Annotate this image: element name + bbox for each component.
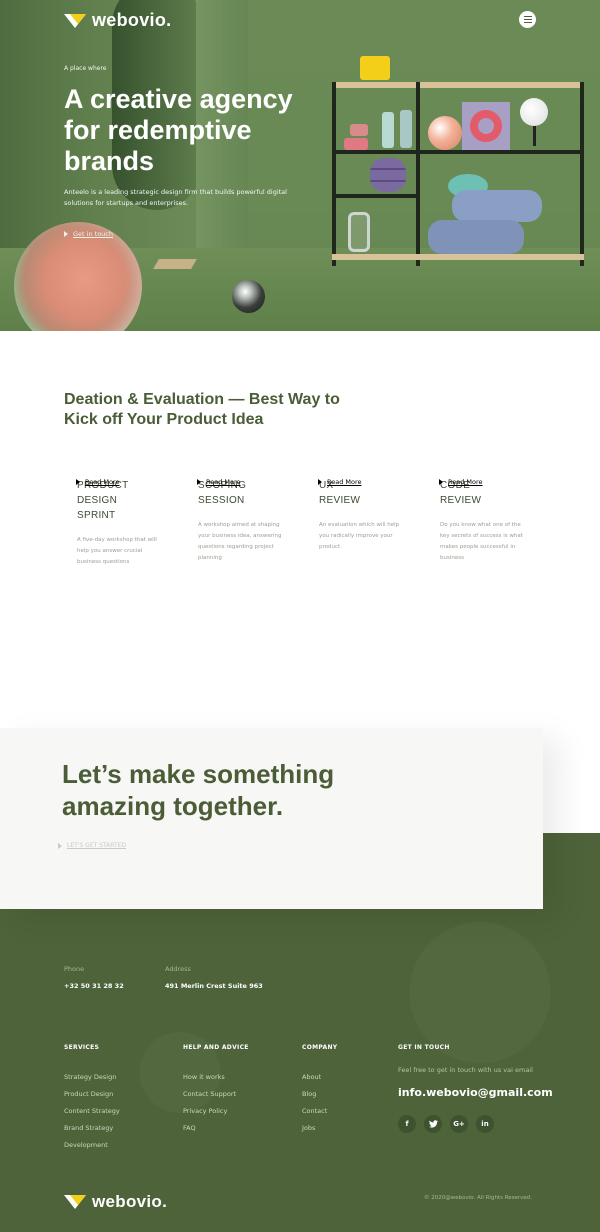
contact-note: Feel free to get in touch with us vai em… [398, 1066, 533, 1074]
lets-get-started-link[interactable]: LET'S GET STARTED [58, 842, 126, 849]
service-description: A five-day workshop that will help you a… [77, 537, 157, 565]
read-more-link[interactable]: Read More [197, 478, 307, 486]
logo-wordmark: webovio. [92, 10, 172, 30]
get-in-touch-link[interactable]: Get in touch [64, 230, 113, 238]
contact-heading: GET IN TOUCH [398, 1044, 450, 1051]
linkedin-icon[interactable]: in [476, 1115, 494, 1133]
footer-link[interactable]: Contact [302, 1103, 327, 1120]
phone-number[interactable]: +32 50 31 28 32 [64, 982, 124, 990]
hero-subtitle: Anteelo is a leading strategic design fi… [64, 188, 287, 207]
service-card: SCOPING SESSION A workshop aimed at shap… [198, 478, 308, 564]
service-card: PRODUCT DESIGN SPRINT A five-day worksho… [77, 478, 187, 568]
twitter-icon[interactable] [424, 1115, 442, 1133]
hero-kicker: A place where [64, 65, 107, 72]
contact-email[interactable]: info.webovio@gmail.com [398, 1086, 553, 1099]
copyright: © 2020@webovio. All Rights Reserved. [424, 1195, 533, 1201]
read-more-link[interactable]: Read More [439, 478, 549, 486]
footer-link[interactable]: Privacy Policy [183, 1103, 236, 1120]
arrow-right-icon [64, 231, 68, 237]
address-value: 491 Merlin Crest Suite 963 [165, 982, 263, 990]
footer-link[interactable]: Jobs [302, 1120, 327, 1137]
get-in-touch-label: Get in touch [73, 230, 113, 238]
shelf-illustration [330, 56, 584, 272]
footer-link[interactable]: FAQ [183, 1120, 236, 1137]
hero-section: webovio. A place where A creative agency… [0, 0, 600, 331]
footer-link[interactable]: How it works [183, 1069, 236, 1086]
footer-link[interactable]: Product Design [64, 1086, 120, 1103]
logo-wordmark: webovio. [92, 1192, 168, 1211]
service-description: An evaluation which will help you radica… [319, 522, 400, 550]
social-links: f G+ in [398, 1115, 494, 1133]
read-more-link[interactable]: Read More [76, 478, 186, 486]
address-label: Address [165, 965, 191, 973]
company-heading: COMPANY [302, 1044, 338, 1051]
help-heading: HELP AND ADVICE [183, 1044, 249, 1051]
footer-link[interactable]: Blog [302, 1086, 327, 1103]
read-more-link[interactable]: Read More [318, 478, 428, 486]
footer-link[interactable]: Brand Strategy [64, 1120, 120, 1137]
chrome-ball-image [232, 280, 265, 313]
phone-label: Phone [64, 965, 85, 973]
footer-logo[interactable]: webovio. [64, 1192, 167, 1212]
logo-mark-icon [64, 1195, 86, 1209]
arrow-right-icon [197, 479, 201, 485]
help-links: How it works Contact Support Privacy Pol… [183, 1069, 236, 1137]
services-links: Strategy Design Product Design Content S… [64, 1069, 120, 1154]
arrow-right-icon [439, 479, 443, 485]
cta-title: Let’s make something amazing together. [62, 759, 335, 821]
footer-link[interactable]: Content Strategy [64, 1103, 120, 1120]
arrow-right-icon [318, 479, 322, 485]
service-card: CODE REVIEW Do you know what one of the … [440, 478, 550, 564]
google-plus-icon[interactable]: G+ [450, 1115, 468, 1133]
footer-link[interactable]: Contact Support [183, 1086, 236, 1103]
hamburger-icon [523, 15, 532, 17]
logo-mark-icon [64, 13, 86, 28]
footer-link[interactable]: Development [64, 1137, 120, 1154]
menu-button[interactable] [519, 11, 536, 28]
hero-title: A creative agency for redemptive brands [64, 84, 293, 176]
footer-link[interactable]: About [302, 1069, 327, 1086]
facebook-icon[interactable]: f [398, 1115, 416, 1133]
services-title: Deation & Evaluation — Best Way to Kick … [64, 391, 340, 428]
hero-plate [153, 259, 197, 269]
services-heading: SERVICES [64, 1044, 100, 1051]
service-description: Do you know what one of the key secrets … [440, 522, 523, 561]
arrow-right-icon [58, 842, 62, 849]
header-logo[interactable]: webovio. [64, 10, 171, 31]
service-card: UX REVIEW An evaluation which will help … [319, 478, 429, 553]
company-links: About Blog Contact Jobs [302, 1069, 327, 1137]
arrow-right-icon [76, 479, 80, 485]
footer-link[interactable]: Strategy Design [64, 1069, 120, 1086]
service-description: A workshop aimed at shaping your busines… [198, 522, 282, 561]
page: webovio. A place where A creative agency… [0, 0, 600, 1232]
